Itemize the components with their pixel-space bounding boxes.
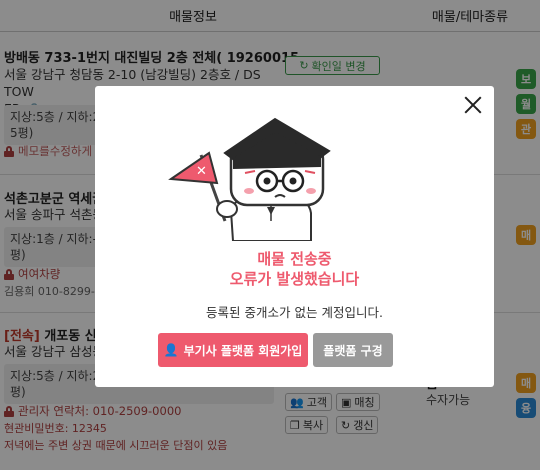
- user-plus-icon: 👤: [163, 343, 179, 357]
- mascot-illustration: ✕: [168, 117, 331, 241]
- platform-tour-button[interactable]: 플랫폼 구경: [313, 333, 393, 367]
- close-icon[interactable]: [462, 94, 484, 116]
- error-modal: ✕ 매물 전송중 오류가 발생했습니다 등록된 중개소가 없는 계정입니다. 👤…: [95, 86, 494, 387]
- error-title-line: 매물 전송중: [257, 250, 332, 268]
- svg-text:✕: ✕: [196, 164, 207, 179]
- error-title: 매물 전송중 오류가 발생했습니다: [95, 249, 494, 289]
- error-description: 등록된 중개소가 없는 계정입니다.: [206, 305, 383, 320]
- platform-signup-button[interactable]: 👤 부기사 플랫폼 회원가입: [158, 333, 308, 367]
- error-title-line: 오류가 발생했습니다: [229, 270, 360, 288]
